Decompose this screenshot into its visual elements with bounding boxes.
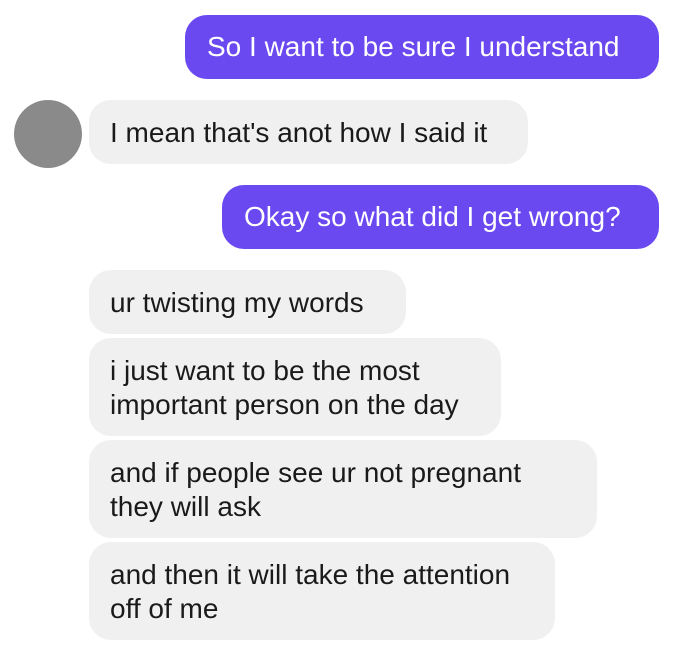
message-bubble-received[interactable]: I mean that's anot how I said it	[89, 100, 528, 164]
message-text: Okay so what did I get wrong?	[244, 201, 621, 232]
message-bubble-sent[interactable]: So I want to be sure I understand	[185, 15, 659, 79]
message-text-line: and then it will take the attention	[110, 559, 511, 590]
message-text: ur twisting my words	[110, 287, 364, 318]
message-text-line: and if people see ur not pregnant	[110, 457, 521, 488]
message-bubble-received[interactable]: i just want to be the most important per…	[89, 338, 501, 436]
message-bubble-received[interactable]: ur twisting my words	[89, 270, 406, 334]
message-text-line: they will ask	[110, 491, 261, 522]
message-bubble-sent[interactable]: Okay so what did I get wrong?	[222, 185, 659, 249]
message-text-line: important person on the day	[110, 389, 459, 420]
message-bubble-received[interactable]: and then it will take the attention off …	[89, 542, 555, 640]
message-text-line: i just want to be the most	[110, 355, 420, 386]
message-bubble-received[interactable]: and if people see ur not pregnant they w…	[89, 440, 597, 538]
contact-avatar[interactable]	[14, 100, 82, 168]
message-text: I mean that's anot how I said it	[110, 117, 488, 148]
message-text: So I want to be sure I understand	[207, 31, 620, 62]
message-text-line: off of me	[110, 593, 219, 624]
chat-thread: So I want to be sure I understand I mean…	[0, 0, 700, 655]
